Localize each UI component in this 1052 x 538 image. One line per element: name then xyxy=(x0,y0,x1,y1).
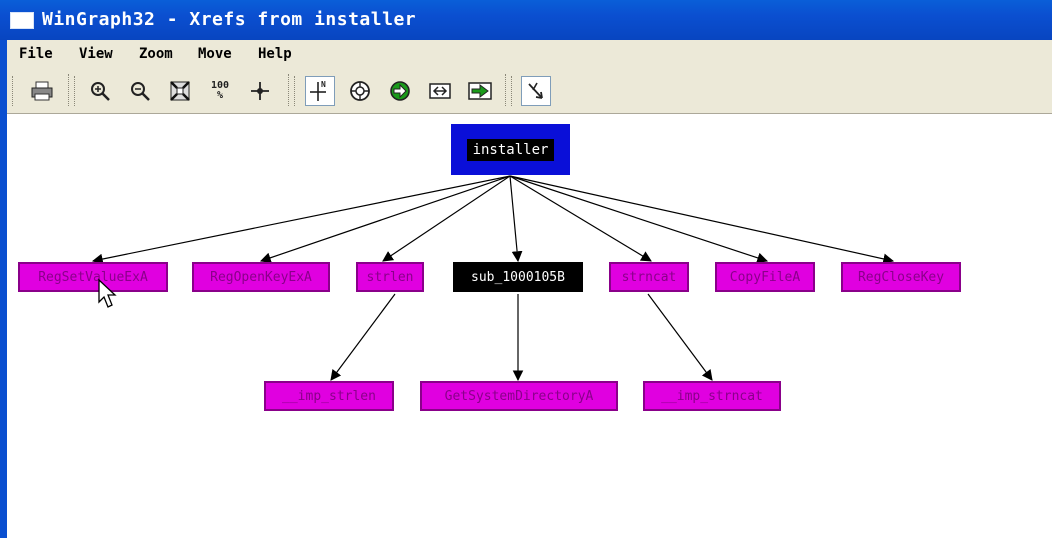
north-layout-button[interactable]: N xyxy=(305,76,335,106)
graph-node-import[interactable]: RegOpenKeyExA xyxy=(192,262,330,292)
mouse-cursor-icon xyxy=(98,278,117,308)
edge xyxy=(509,175,523,263)
export-button[interactable] xyxy=(425,76,455,106)
graph-node-import[interactable]: CopyFileA xyxy=(715,262,815,292)
toolbar-grip[interactable] xyxy=(74,76,78,106)
graph-node-import[interactable]: RegSetValueExA xyxy=(18,262,168,292)
north-label: N xyxy=(321,80,326,89)
window-title: WinGraph32 - Xrefs from installer xyxy=(42,9,417,30)
graph-node-function[interactable]: sub_1000105B xyxy=(453,262,583,292)
root-node-label: installer xyxy=(466,138,555,161)
node-label: strncat xyxy=(621,269,677,285)
north-layout-icon: N xyxy=(308,79,332,103)
graph-node-import[interactable]: __imp_strncat xyxy=(643,381,781,411)
edge xyxy=(509,175,769,264)
menu-bar: File View Zoom Move Help xyxy=(7,40,1052,68)
fit-window-icon xyxy=(170,81,190,101)
edge xyxy=(330,293,396,381)
zoom-in-icon xyxy=(91,82,110,101)
edge xyxy=(509,175,652,262)
menu-zoom[interactable]: Zoom xyxy=(139,46,173,62)
edge-tool-button[interactable] xyxy=(521,76,551,106)
toolbar-separator xyxy=(505,74,506,106)
node-label: __imp_strncat xyxy=(661,388,763,404)
node-label: RegOpenKeyExA xyxy=(210,269,312,285)
circle-layout-icon xyxy=(350,81,370,101)
node-label: __imp_strlen xyxy=(282,388,376,404)
edge-tool-icon xyxy=(528,82,543,99)
toolbar: 100 % N xyxy=(7,68,1052,114)
node-label: sub_1000105B xyxy=(471,269,565,285)
graph-node-import[interactable]: strncat xyxy=(609,262,689,292)
node-label: RegCloseKey xyxy=(857,269,945,285)
zoom-out-button[interactable] xyxy=(125,76,155,106)
toolbar-separator xyxy=(288,74,289,106)
print-icon xyxy=(31,81,53,101)
fit-window-button[interactable] xyxy=(165,76,195,106)
menu-view[interactable]: View xyxy=(79,46,113,62)
next-icon xyxy=(468,82,492,100)
export-icon xyxy=(429,83,451,99)
menu-help[interactable]: Help xyxy=(258,46,292,62)
menu-file[interactable]: File xyxy=(19,46,53,62)
graph-node-import[interactable]: strlen xyxy=(356,262,424,292)
center-button[interactable] xyxy=(245,76,275,106)
menu-move[interactable]: Move xyxy=(198,46,232,62)
graph-node-import[interactable]: __imp_strlen xyxy=(264,381,394,411)
node-label: CopyFileA xyxy=(729,269,801,285)
toolbar-grip[interactable] xyxy=(294,76,298,106)
window-frame-left xyxy=(0,40,7,538)
edge xyxy=(647,293,713,381)
circle-layout-button[interactable] xyxy=(345,76,375,106)
toolbar-grip[interactable] xyxy=(12,76,16,106)
node-label: GetSystemDirectoryA xyxy=(444,388,594,404)
node-label: RegSetValueExA xyxy=(38,269,148,285)
print-button[interactable] xyxy=(27,76,57,106)
forward-button[interactable] xyxy=(385,76,415,106)
graph-canvas[interactable]: installer RegSetValueExA RegOpenKeyExA s… xyxy=(7,114,1052,538)
title-bar: WinGraph32 - Xrefs from installer xyxy=(0,0,1052,40)
zoom-100-icon: 100 % xyxy=(211,81,229,101)
zoom-in-button[interactable] xyxy=(85,76,115,106)
zoom-100-percent: % xyxy=(216,90,224,101)
graph-node-import[interactable]: RegCloseKey xyxy=(841,262,961,292)
graph-node-root[interactable]: installer xyxy=(451,124,570,175)
center-icon xyxy=(251,82,269,100)
toolbar-grip[interactable] xyxy=(511,76,515,106)
next-button[interactable] xyxy=(465,76,495,106)
edge xyxy=(509,175,895,265)
edge xyxy=(259,175,511,263)
zoom-100-button[interactable]: 100 % xyxy=(205,76,235,106)
graph-node-import[interactable]: GetSystemDirectoryA xyxy=(420,381,618,411)
window-icon xyxy=(10,12,34,29)
graph-edges xyxy=(91,175,895,382)
node-label: strlen xyxy=(366,269,414,285)
forward-icon xyxy=(390,81,410,101)
toolbar-separator xyxy=(68,74,69,106)
zoom-out-icon xyxy=(131,82,150,101)
